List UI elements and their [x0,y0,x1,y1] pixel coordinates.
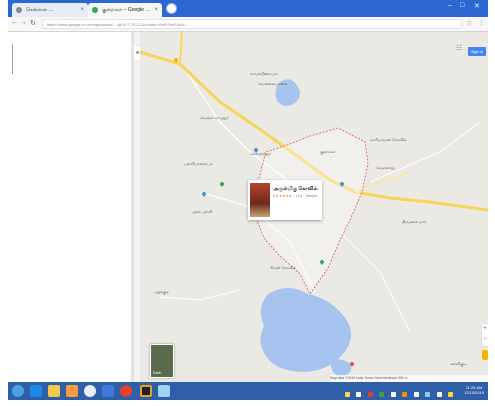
review-count: (11) · Temple [296,194,317,198]
map-label: சிவன் கோவில் [270,266,296,270]
place-title: அருள்மிகு கோவில் [273,186,318,192]
forward-button[interactable]: → [20,19,27,26]
network-icon[interactable] [413,392,419,397]
tray-icon[interactable] [390,392,396,397]
desktop-screen: சென்னை … × குறைகள் – Google … × – □ ✕ ← … [8,0,488,400]
tray-icon[interactable] [345,392,350,397]
active-window-icon[interactable] [140,385,152,397]
folder-icon[interactable] [48,385,60,397]
tab-label: குறைகள் – Google … [102,7,151,13]
zoom-control[interactable]: + − [482,324,488,346]
pond [330,359,352,377]
opera-icon[interactable] [120,385,132,397]
back-button[interactable]: ← [11,19,18,26]
page-favicon-icon [16,7,22,13]
zoom-out-button[interactable]: − [482,334,488,344]
map-attribution: Map data ©2019 India Terms Send feedback… [330,375,488,382]
maps-side-panel [8,32,134,382]
apps-grid-icon[interactable]: ☷ [456,45,463,52]
app-icon[interactable] [102,385,114,397]
map-label: காவல்நிலையம் [250,72,278,76]
chrome-icon[interactable] [84,385,96,397]
map-label: புதுக்குடி [154,290,169,294]
map-canvas[interactable]: காவல்நிலையம் வெள்ளையாளை வெங்கடராமுநுர் க… [140,32,488,382]
address-bar[interactable]: https://www.google.co.in/maps/place/…/@1… [42,19,462,29]
browser-tab-active[interactable]: குறைகள் – Google … × [88,3,162,17]
minimize-button[interactable]: – [448,2,452,9]
tray-icon[interactable] [436,392,442,397]
lake-south [260,288,352,372]
start-button-icon[interactable] [12,385,24,397]
map-label: வெங்கடராமுநுர் [200,116,229,120]
close-window-button[interactable]: ✕ [474,2,480,10]
windows-taskbar: 11:25 AM 12/10/2019 [8,382,488,400]
satellite-toggle-button[interactable]: Earth [150,344,174,378]
rating-stars-icon: ★★★★☆ [279,194,296,198]
place-photo[interactable] [250,183,270,217]
map-label: வெள்ளாறு [376,166,395,170]
reload-button[interactable]: ↻ [30,19,36,27]
tab-label: சென்னை … [26,7,54,13]
app-icon[interactable] [158,385,170,397]
map-label: அரசு பள்ளி [192,210,213,214]
tray-icon[interactable] [367,392,373,397]
side-panel-divider [131,32,134,382]
tray-icon[interactable] [402,392,408,397]
browser-toolbar: ← → ↻ https://www.google.co.in/maps/plac… [8,17,488,32]
close-tab-icon[interactable]: × [80,3,84,17]
media-player-icon[interactable] [66,385,78,397]
map-label: திருமலை நகர் [402,220,427,224]
volume-icon[interactable] [425,392,431,397]
tray-icon[interactable] [379,392,385,397]
map-label: மாரியம்மன் கோவில் [370,138,407,142]
map-label: குறைகள் [320,150,336,154]
taskbar-clock[interactable]: 11:25 AM 12/10/2019 [462,385,486,395]
browser-title-bar: சென்னை … × குறைகள் – Google … × – □ ✕ [8,0,488,17]
ie-icon[interactable] [30,385,42,397]
map-label: செல்லாந்துர் [250,152,272,156]
map-label: வெள்ளையாளை [258,82,288,86]
browser-menu-button[interactable]: ⋮ [478,19,485,27]
place-info-card[interactable]: அருள்மிகு கோவில் 4.5 ★★★★☆ (11) · Temple [248,180,322,220]
bookmark-star-icon[interactable]: ☆ [466,19,472,27]
close-tab-icon[interactable]: × [154,3,158,17]
street-view-pegman-icon[interactable] [482,350,488,360]
search-box-caret[interactable] [12,44,13,74]
map-label: கள்ளிகுடி [450,362,467,366]
rating-value: 4.5 [273,194,278,198]
map-label: பள்ளிபாளையம் [184,162,213,166]
clock-date: 12/10/2019 [463,390,485,395]
system-tray [344,384,460,398]
sign-in-button[interactable]: Sign in [468,47,486,56]
earth-label: Earth [153,371,162,375]
maps-favicon-icon [92,7,98,13]
place-rating-row: 4.5 ★★★★☆ (11) · Temple [273,194,317,198]
zoom-in-button[interactable]: + [482,324,488,334]
tray-icon[interactable] [448,392,454,397]
tray-icon[interactable] [356,392,362,397]
maximize-button[interactable]: □ [460,2,464,9]
new-tab-button[interactable] [167,4,176,13]
browser-tab-inactive[interactable]: சென்னை … × [12,3,88,17]
